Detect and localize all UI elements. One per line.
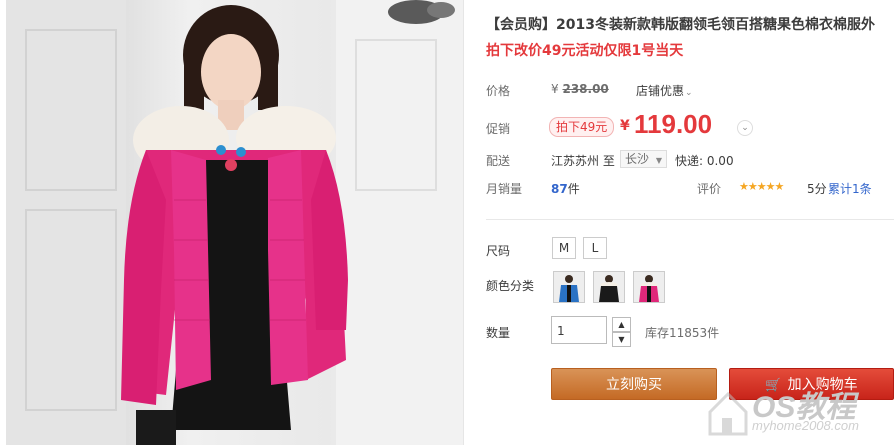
rating-label: 评价 <box>697 182 722 196</box>
promo-label: 促销 <box>486 122 511 136</box>
chevron-down-icon: ▼ <box>618 335 625 344</box>
original-price: ¥ 238.00 <box>551 82 609 96</box>
chevron-up-icon: ▲ <box>618 320 625 329</box>
price-label: 价格 <box>486 84 511 98</box>
chevron-down-icon[interactable]: ⌄ <box>737 120 753 136</box>
promo-price: 119.00 <box>634 109 713 139</box>
color-label: 颜色分类 <box>486 279 535 293</box>
divider <box>486 219 894 220</box>
color-option-black[interactable] <box>593 271 625 303</box>
model-illustration <box>6 0 464 445</box>
rating-stars: ★★★★★ <box>739 180 784 193</box>
sales-count: 87件 <box>551 180 580 197</box>
shipping-label: 配送 <box>486 154 511 168</box>
photo-divider <box>463 0 464 445</box>
watermark-url: myhome2008.com <box>752 418 859 433</box>
sales-unit: 件 <box>567 182 580 196</box>
quantity-decrease-button[interactable]: ▼ <box>612 332 631 347</box>
rating-score: 5分 <box>807 182 827 196</box>
quantity-increase-button[interactable]: ▲ <box>612 317 631 332</box>
color-option-blue[interactable] <box>553 271 585 303</box>
promo-currency: ¥ <box>620 118 630 134</box>
size-option-m[interactable]: M <box>552 237 576 259</box>
blue-jacket-thumbnail <box>554 272 584 302</box>
currency-symbol: ¥ <box>551 82 559 96</box>
color-option-rose[interactable] <box>633 271 665 303</box>
shipping-fee: 快递: 0.00 <box>675 154 734 168</box>
size-label: 尺码 <box>486 244 511 258</box>
black-jacket-thumbnail <box>594 272 624 302</box>
ship-to-value: 长沙 <box>625 152 650 166</box>
quantity-input[interactable]: 1 <box>551 316 607 344</box>
buy-now-button[interactable]: 立刻购买 <box>551 368 717 400</box>
shop-discount-dropdown[interactable]: 店铺优惠⌄ <box>636 82 693 99</box>
rose-jacket-thumbnail <box>634 272 664 302</box>
shop-discount-label: 店铺优惠 <box>636 84 685 98</box>
ship-to-select[interactable]: 长沙 ▼ <box>620 150 667 168</box>
product-title: 【会员购】2013冬装新款韩版翻领毛领百搭糖果色棉衣棉服外 <box>486 17 875 33</box>
stock-count: 库存11853件 <box>645 326 720 340</box>
original-price-value: 238.00 <box>562 82 609 96</box>
size-option-l[interactable]: L <box>583 237 607 259</box>
product-subtitle: 拍下改价49元活动仅限1号当天 <box>486 43 684 59</box>
caret-down-icon: ▼ <box>655 156 662 165</box>
sales-count-value: 87 <box>551 182 568 196</box>
chevron-down-icon: ⌄ <box>685 88 693 98</box>
sales-label: 月销量 <box>486 182 523 196</box>
product-photo[interactable] <box>6 0 464 445</box>
quantity-label: 数量 <box>486 326 511 340</box>
promo-tag: 拍下49元 <box>549 117 615 137</box>
ship-from: 江苏苏州 至 <box>551 154 615 168</box>
review-count-link[interactable]: 累计1条 <box>828 180 872 197</box>
